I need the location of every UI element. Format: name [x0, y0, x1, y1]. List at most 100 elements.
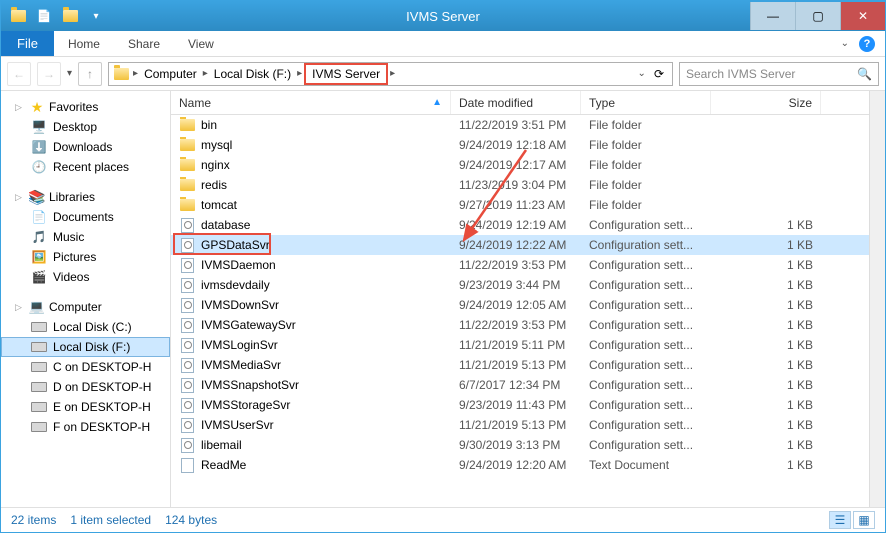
sidebar-item-c-desktop-h[interactable]: C on DESKTOP-H	[1, 357, 170, 377]
file-icon	[179, 137, 195, 153]
sidebar-item-d-desktop-h[interactable]: D on DESKTOP-H	[1, 377, 170, 397]
file-name: tomcat	[201, 198, 237, 212]
file-size: 1 KB	[711, 318, 821, 332]
file-date: 11/22/2019 3:51 PM	[451, 118, 581, 132]
file-name: IVMSMediaSvr	[201, 358, 281, 372]
file-type: Configuration sett...	[581, 338, 711, 352]
column-type[interactable]: Type	[581, 91, 711, 114]
music-icon: 🎵	[31, 229, 47, 245]
table-row[interactable]: mysql9/24/2019 12:18 AMFile folder	[171, 135, 885, 155]
table-row[interactable]: nginx9/24/2019 12:17 AMFile folder	[171, 155, 885, 175]
crumb-computer[interactable]: Computer	[140, 63, 201, 85]
table-row[interactable]: IVMSLoginSvr11/21/2019 5:11 PMConfigurat…	[171, 335, 885, 355]
computer-header[interactable]: ▷ 💻 Computer	[1, 297, 170, 317]
address-dropdown-icon[interactable]: ⌄	[638, 68, 646, 79]
file-size: 1 KB	[711, 338, 821, 352]
icons-view-button[interactable]: ▦	[853, 511, 875, 529]
table-row[interactable]: IVMSMediaSvr11/21/2019 5:13 PMConfigurat…	[171, 355, 885, 375]
table-row[interactable]: ivmsdevdaily9/23/2019 3:44 PMConfigurati…	[171, 275, 885, 295]
crumb-ivms-server[interactable]: IVMS Server	[304, 63, 388, 85]
view-tab[interactable]: View	[174, 31, 228, 56]
table-row[interactable]: ReadMe9/24/2019 12:20 AMText Document1 K…	[171, 455, 885, 475]
table-row[interactable]: database9/24/2019 12:19 AMConfiguration …	[171, 215, 885, 235]
file-icon	[179, 277, 195, 293]
address-bar[interactable]: ▸ Computer ▸ Local Disk (F:) ▸ IVMS Serv…	[108, 62, 673, 86]
file-name: IVMSSnapshotSvr	[201, 378, 299, 392]
file-icon	[179, 457, 195, 473]
table-row[interactable]: tomcat9/27/2019 11:23 AMFile folder	[171, 195, 885, 215]
maximize-button[interactable]: ▢	[795, 2, 840, 30]
column-date[interactable]: Date modified	[451, 91, 581, 114]
up-button[interactable]: ↑	[78, 62, 102, 86]
sidebar-item-downloads[interactable]: ⬇️Downloads	[1, 137, 170, 157]
share-tab[interactable]: Share	[114, 31, 174, 56]
favorites-header[interactable]: ▷ ★ Favorites	[1, 97, 170, 117]
details-view-button[interactable]: ☰	[829, 511, 851, 529]
table-row[interactable]: IVMSGatewaySvr11/22/2019 3:53 PMConfigur…	[171, 315, 885, 335]
chevron-right-icon[interactable]: ▸	[131, 68, 140, 79]
search-input[interactable]: Search IVMS Server 🔍	[679, 62, 879, 86]
window-title: IVMS Server	[406, 9, 480, 24]
sidebar-item-e-desktop-h[interactable]: E on DESKTOP-H	[1, 397, 170, 417]
forward-button[interactable]: →	[37, 62, 61, 86]
new-folder-icon[interactable]	[59, 5, 81, 27]
file-name: mysql	[201, 138, 232, 152]
libraries-header[interactable]: ▷ 📚 Libraries	[1, 187, 170, 207]
table-row[interactable]: bin11/22/2019 3:51 PMFile folder	[171, 115, 885, 135]
home-tab[interactable]: Home	[54, 31, 114, 56]
file-type: Configuration sett...	[581, 298, 711, 312]
file-date: 9/24/2019 12:22 AM	[451, 238, 581, 252]
table-row[interactable]: IVMSSnapshotSvr6/7/2017 12:34 PMConfigur…	[171, 375, 885, 395]
file-name: ReadMe	[201, 458, 246, 472]
column-name[interactable]: Name▲	[171, 91, 451, 114]
properties-icon[interactable]: 📄	[33, 5, 55, 27]
history-dropdown-icon[interactable]: ▾	[67, 68, 72, 79]
chevron-right-icon[interactable]: ▸	[388, 68, 397, 79]
chevron-right-icon[interactable]: ▸	[201, 68, 210, 79]
file-type: Configuration sett...	[581, 258, 711, 272]
vertical-scrollbar[interactable]	[869, 91, 885, 507]
file-icon	[179, 377, 195, 393]
file-type: File folder	[581, 138, 711, 152]
column-size[interactable]: Size	[711, 91, 821, 114]
file-name: redis	[201, 178, 227, 192]
sidebar-item-desktop[interactable]: 🖥️Desktop	[1, 117, 170, 137]
sidebar-item-pictures[interactable]: 🖼️Pictures	[1, 247, 170, 267]
table-row[interactable]: GPSDataSvr9/24/2019 12:22 AMConfiguratio…	[171, 235, 885, 255]
crumb-local-disk-f[interactable]: Local Disk (F:)	[210, 63, 295, 85]
table-row[interactable]: libemail9/30/2019 3:13 PMConfiguration s…	[171, 435, 885, 455]
file-date: 9/24/2019 12:19 AM	[451, 218, 581, 232]
table-row[interactable]: redis11/23/2019 3:04 PMFile folder	[171, 175, 885, 195]
sidebar-item-local-disk-f[interactable]: Local Disk (F:)	[1, 337, 170, 357]
sidebar-item-music[interactable]: 🎵Music	[1, 227, 170, 247]
sidebar-item-recent[interactable]: 🕘Recent places	[1, 157, 170, 177]
minimize-button[interactable]: —	[750, 2, 795, 30]
file-date: 11/21/2019 5:11 PM	[451, 338, 581, 352]
help-icon[interactable]: ?	[859, 36, 875, 52]
search-icon: 🔍	[857, 67, 872, 81]
qat-dropdown-icon[interactable]: ▾	[85, 5, 107, 27]
file-icon	[179, 397, 195, 413]
title-bar: 📄 ▾ IVMS Server — ▢ ✕	[1, 1, 885, 31]
table-row[interactable]: IVMSDaemon11/22/2019 3:53 PMConfiguratio…	[171, 255, 885, 275]
file-tab[interactable]: File	[1, 31, 54, 56]
sidebar-item-local-disk-c[interactable]: Local Disk (C:)	[1, 317, 170, 337]
ribbon-expand-icon[interactable]: ⌄	[841, 38, 849, 49]
file-type: Configuration sett...	[581, 398, 711, 412]
file-type: File folder	[581, 158, 711, 172]
downloads-icon: ⬇️	[31, 139, 47, 155]
window-controls: — ▢ ✕	[750, 2, 885, 30]
sidebar-item-videos[interactable]: 🎬Videos	[1, 267, 170, 287]
table-row[interactable]: IVMSStorageSvr9/23/2019 11:43 PMConfigur…	[171, 395, 885, 415]
back-button[interactable]: ←	[7, 62, 31, 86]
table-row[interactable]: IVMSDownSvr9/24/2019 12:05 AMConfigurati…	[171, 295, 885, 315]
close-button[interactable]: ✕	[840, 2, 885, 30]
explorer-icon	[7, 5, 29, 27]
drive-icon	[31, 399, 47, 415]
sidebar-item-documents[interactable]: 📄Documents	[1, 207, 170, 227]
table-row[interactable]: IVMSUserSvr11/21/2019 5:13 PMConfigurati…	[171, 415, 885, 435]
chevron-right-icon[interactable]: ▸	[295, 68, 304, 79]
sidebar-item-f-desktop-h[interactable]: F on DESKTOP-H	[1, 417, 170, 437]
file-date: 11/21/2019 5:13 PM	[451, 358, 581, 372]
refresh-icon[interactable]: ⟳	[654, 67, 664, 81]
